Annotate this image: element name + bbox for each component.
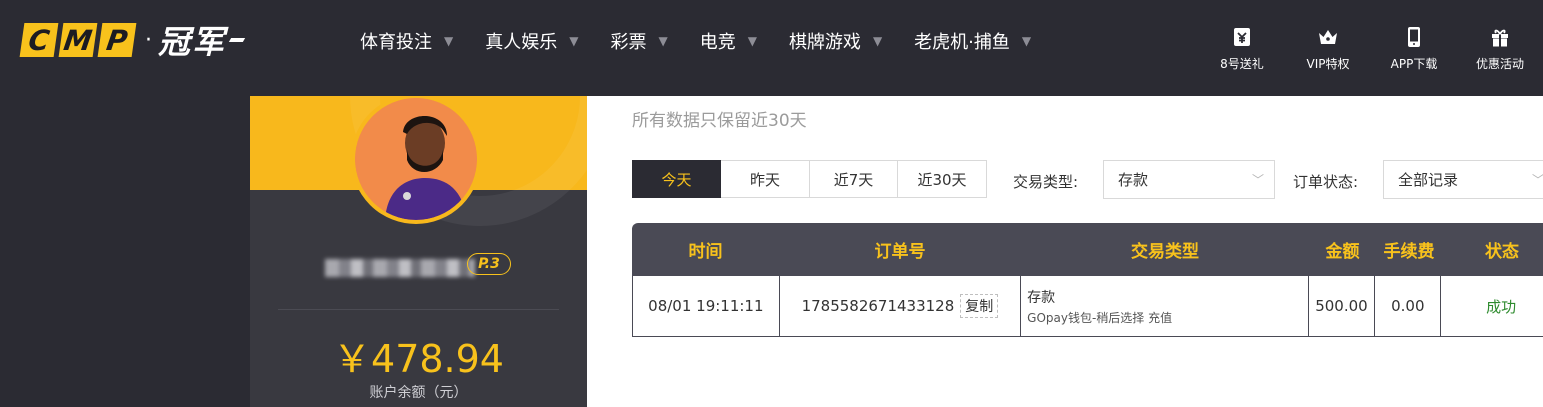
- chevron-down-icon: ▼: [569, 34, 579, 48]
- nav-label: 电竞: [699, 32, 736, 53]
- profile-panel: P.3 ￥478.94 账户余额（元）: [250, 96, 587, 407]
- avatar-image: [355, 98, 477, 220]
- table-row: 08/01 19:11:11 1785582671433128 复制 存款 GO…: [632, 276, 1543, 337]
- cell-type: 存款 GOpay钱包-稍后选择 充值: [1021, 276, 1309, 336]
- cell-order-no: 1785582671433128 复制: [780, 276, 1022, 336]
- transaction-records: 所有数据只保留近30天 今天 昨天 近7天 近30天 交易类型: 存款 ﹀ 订单…: [587, 96, 1543, 407]
- cell-amount: 500.00: [1309, 276, 1376, 336]
- tool-vip[interactable]: VIP特权: [1285, 0, 1371, 96]
- transaction-type-select[interactable]: 存款 ﹀: [1103, 160, 1275, 199]
- chevron-down-icon: ﹀: [1251, 173, 1264, 187]
- logo-letter: C: [19, 23, 59, 57]
- logo-dot: ·: [145, 27, 152, 53]
- account-balance: ￥478.94: [333, 337, 504, 381]
- type-detail: GOpay钱包-稍后选择 充值: [1027, 310, 1173, 325]
- profile-divider: [278, 309, 559, 310]
- column-header: 金额: [1325, 242, 1360, 262]
- retention-note: 所有数据只保留近30天: [632, 111, 807, 131]
- order-number: 1785582671433128: [801, 297, 955, 315]
- header-tools: 8号送礼 VIP特权 APP下载 优惠活动: [1199, 0, 1543, 96]
- chevron-down-icon: ▼: [1021, 34, 1032, 48]
- order-status-select[interactable]: 全部记录 ﹀: [1383, 160, 1543, 199]
- tab-today[interactable]: 今天: [632, 160, 721, 198]
- cell-status: 成功: [1486, 297, 1517, 316]
- cell-fee: 0.00: [1375, 276, 1442, 336]
- balance-label: 账户余额（元）: [369, 385, 468, 401]
- column-header: 手续费: [1383, 242, 1435, 262]
- nav-label: 棋牌游戏: [788, 32, 861, 53]
- logo-dash: [228, 38, 246, 42]
- column-header: 订单号: [874, 242, 926, 262]
- nav-label: 真人娱乐: [485, 32, 558, 53]
- nav-live-casino[interactable]: 真人娱乐 ▼: [485, 28, 610, 54]
- copy-button[interactable]: 复制: [960, 294, 999, 318]
- type-name: 存款: [1027, 289, 1056, 306]
- top-header: C M P · 冠军 体育投注 ▼ 真人娱乐 ▼ 彩票 ▼ 电竞 ▼ 棋牌游戏 ▼ 老虎机…: [0, 0, 1543, 96]
- records-table: 时间 订单号 交易类型 金额 手续费 状态 08/01 19:11:11 178…: [632, 223, 1543, 337]
- order-status-label: 订单状态:: [1293, 173, 1359, 191]
- chevron-down-icon: ▼: [872, 34, 883, 48]
- tab-last-30-days[interactable]: 近30天: [898, 160, 987, 198]
- nav-label: 老虎机·捕鱼: [914, 32, 1010, 53]
- select-value: 全部记录: [1398, 171, 1459, 189]
- vip-level: P.3: [478, 256, 500, 272]
- tool-label: VIP特权: [1306, 56, 1350, 71]
- avatar[interactable]: [351, 96, 481, 224]
- tool-promotions[interactable]: 优惠活动: [1457, 0, 1543, 96]
- column-header: 交易类型: [1131, 242, 1199, 262]
- tab-yesterday[interactable]: 昨天: [721, 160, 810, 198]
- main-nav: 体育投注 ▼ 真人娱乐 ▼ 彩票 ▼ 电竞 ▼ 棋牌游戏 ▼ 老虎机·捕鱼 ▼: [360, 28, 1063, 54]
- logo-letter: M: [58, 23, 98, 57]
- logo-text: 冠军: [158, 23, 227, 61]
- logo-letter: P: [97, 23, 137, 57]
- chevron-down-icon: ▼: [747, 34, 757, 48]
- player-photo: [355, 98, 477, 220]
- transaction-type-label: 交易类型:: [1013, 173, 1079, 191]
- tool-label: 优惠活动: [1475, 56, 1524, 71]
- select-value: 存款: [1118, 171, 1149, 189]
- crown-icon: [1319, 29, 1337, 44]
- column-header: 时间: [688, 242, 723, 262]
- gift-icon: [1492, 29, 1508, 46]
- phone-icon: [1408, 26, 1420, 47]
- chevron-down-icon: ﹀: [1531, 173, 1543, 187]
- chevron-down-icon: ▼: [444, 34, 454, 48]
- brand-logo[interactable]: C M P · 冠军: [19, 20, 246, 61]
- nav-label: 体育投注: [360, 32, 432, 53]
- nav-card-games[interactable]: 棋牌游戏 ▼: [789, 28, 914, 54]
- nav-sports[interactable]: 体育投注 ▼: [360, 28, 485, 54]
- nav-slots-fishing[interactable]: 老虎机·捕鱼 ▼: [914, 28, 1063, 54]
- username-blurred: [325, 259, 475, 277]
- nav-lottery[interactable]: 彩票 ▼: [610, 28, 699, 54]
- table-header: 时间 订单号 交易类型 金额 手续费 状态: [632, 223, 1543, 276]
- tool-gift-8[interactable]: 8号送礼: [1199, 0, 1285, 96]
- column-header: 状态: [1485, 242, 1519, 262]
- tool-app-download[interactable]: APP下载: [1371, 0, 1457, 96]
- nav-label: 彩票: [610, 32, 647, 53]
- ticket-icon: [1234, 27, 1250, 46]
- vip-badge: P.3: [467, 253, 511, 275]
- date-range-tabs: 今天 昨天 近7天 近30天: [632, 160, 987, 198]
- tab-last-7-days[interactable]: 近7天: [810, 160, 898, 198]
- tool-label: 8号送礼: [1220, 56, 1264, 71]
- nav-esports[interactable]: 电竞 ▼: [700, 28, 789, 54]
- cell-time: 08/01 19:11:11: [633, 276, 780, 336]
- tool-label: APP下载: [1390, 56, 1438, 71]
- chevron-down-icon: ▼: [658, 34, 668, 48]
